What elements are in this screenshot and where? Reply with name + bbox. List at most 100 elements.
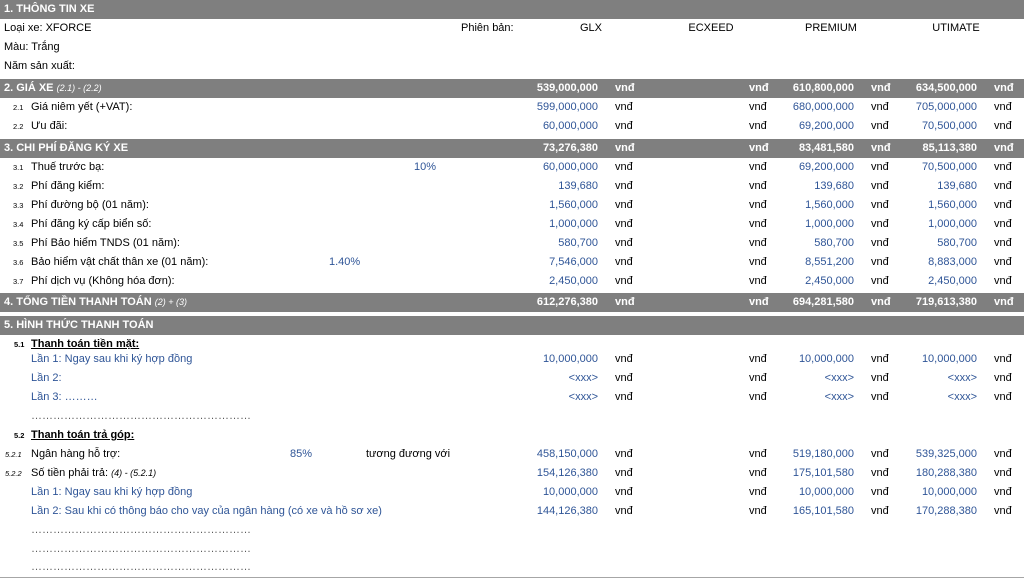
unit: vnđ: [994, 120, 1012, 132]
value-glx: 10,000,000: [542, 353, 598, 365]
row-label: Phí dịch vụ (Không hóa đơn):: [31, 275, 175, 287]
fee-row: 3.6 Bảo hiểm vật chất thân xe (01 năm): 1.…: [0, 253, 1024, 272]
value-utimate: 539,325,000: [915, 448, 977, 460]
installment-header: 5.2 Thanh toán trả góp:: [0, 426, 1024, 445]
row-label: Lần 2:: [31, 372, 62, 384]
fee-row: 3.2 Phí đăng kiểm: 139,680 vnđ vnđ 139,680 vnđ…: [0, 177, 1024, 196]
row-number: 5.2.2: [5, 469, 22, 478]
unit: vnđ: [615, 505, 633, 517]
total-utimate: 719,613,380: [915, 296, 977, 308]
unit: vnđ: [994, 275, 1012, 287]
row-label: Thuế trước bạ:: [31, 161, 105, 173]
row-number: 2.1: [13, 103, 24, 112]
row-number: 3.6: [13, 258, 24, 267]
value-glx: 7,546,000: [549, 256, 598, 268]
value-glx: <xxx>: [568, 391, 598, 403]
dotted-placeholder: ……………………………………………………: [31, 561, 251, 573]
value-glx: 60,000,000: [542, 120, 598, 132]
unit: vnđ: [994, 391, 1012, 403]
unit: vnđ: [615, 142, 635, 154]
value-glx: 139,680: [558, 180, 598, 192]
section-2-header: 2. GIÁ XE (2.1) - (2.2) 539,000,000 vnđ …: [0, 79, 1024, 98]
row-label: Giá niêm yết (+VAT):: [31, 101, 133, 113]
total-premium: 610,800,000: [792, 82, 854, 94]
value-glx: 2,450,000: [549, 275, 598, 287]
section-1-header: 1. THÔNG TIN XE: [0, 0, 1024, 19]
unit: vnđ: [615, 199, 633, 211]
unit: vnđ: [994, 256, 1012, 268]
unit: vnđ: [615, 448, 633, 460]
section-4-title: 4. TỔNG TIỀN THANH TOÁN (2) + (3): [4, 296, 188, 308]
bank-loan-row: 5.2.1 Ngân hàng hỗ trợ: 85% tương đương …: [0, 445, 1024, 464]
unit: vnđ: [994, 448, 1012, 460]
value-glx: 60,000,000: [542, 161, 598, 173]
total-premium: 83,481,580: [798, 142, 854, 154]
unit: vnđ: [615, 275, 633, 287]
row-number: 2.2: [13, 122, 24, 131]
value-utimate: 10,000,000: [921, 353, 977, 365]
vehicle-color: Màu: Trắng: [4, 41, 60, 53]
installment-dots-row: ……………………………………………………: [0, 558, 1024, 577]
value-premium: 1,560,000: [805, 199, 854, 211]
value-premium: 69,200,000: [798, 120, 854, 132]
value-utimate: 8,883,000: [928, 256, 977, 268]
value-glx: 458,150,000: [536, 448, 598, 460]
installment-payment-row: Lần 2: Sau khi có thông báo cho vay của …: [0, 502, 1024, 521]
value-glx: 599,000,000: [536, 101, 598, 113]
version-glx: GLX: [579, 22, 602, 34]
cash-dots-row: ……………………………………………………: [0, 407, 1024, 426]
unit: vnđ: [615, 120, 633, 132]
section-3-header: 3. CHI PHÍ ĐĂNG KÝ XE 73,276,380 vnđ vnđ…: [0, 139, 1024, 158]
row-number: 5.2: [14, 431, 25, 440]
unit: vnđ: [994, 199, 1012, 211]
value-premium: 10,000,000: [798, 486, 854, 498]
unit: vnđ: [615, 391, 633, 403]
value-utimate: 180,288,380: [915, 467, 977, 479]
value-glx: 154,126,380: [536, 467, 598, 479]
unit: vnđ: [615, 256, 633, 268]
row-label: Phí Bảo hiểm TNDS (01 năm):: [31, 237, 180, 249]
loan-rate: 85%: [290, 448, 313, 460]
value-utimate: 705,000,000: [915, 101, 977, 113]
unit: vnđ: [615, 467, 633, 479]
year-row: Năm sản xuất:: [0, 57, 1024, 76]
total-premium: 694,281,580: [792, 296, 854, 308]
section-1-title: 1. THÔNG TIN XE: [4, 3, 95, 15]
vehicle-type: Loại xe: XFORCE: [4, 22, 92, 34]
value-utimate: 70,500,000: [921, 161, 977, 173]
section-4-header: 4. TỔNG TIỀN THANH TOÁN (2) + (3) 612,27…: [0, 293, 1024, 312]
value-premium: 10,000,000: [798, 353, 854, 365]
price-row: 2.2 Ưu đãi: 60,000,000 vnđ vnđ 69,200,000 vnđ 7…: [0, 117, 1024, 136]
fee-row: 3.3 Phí đường bộ (01 năm): 1,560,000 vnđ vnđ…: [0, 196, 1024, 215]
equivalent-label: tương đương với: [366, 448, 451, 460]
installment-payment-row: Lần 1: Ngay sau khi ký hợp đồng 10,000,00…: [0, 483, 1024, 502]
dotted-placeholder: ……………………………………………………: [31, 524, 251, 536]
unit: vnđ: [994, 101, 1012, 113]
row-number: 3.4: [13, 220, 24, 229]
cash-installment-row: Lần 3: ……… <xxx> vnđ vnđ <xxx> vnđ <xxx> vnđ: [0, 388, 1024, 407]
unit: vnđ: [994, 82, 1014, 94]
unit: vnđ: [615, 296, 635, 308]
value-utimate: 2,450,000: [928, 275, 977, 287]
value-premium: 1,000,000: [805, 218, 854, 230]
row-number: 3.5: [13, 239, 24, 248]
unit: vnđ: [994, 353, 1012, 365]
version-label: Phiên bản:: [461, 22, 514, 34]
row-number: 5.2.1: [5, 450, 22, 459]
value-premium: <xxx>: [824, 391, 854, 403]
value-utimate: 1,000,000: [928, 218, 977, 230]
amount-payable-row: 5.2.2 Số tiền phải trả: (4) - (5.2.1) 15…: [0, 464, 1024, 483]
amount-payable-label: Số tiền phải trả: (4) - (5.2.1): [31, 467, 157, 479]
row-number: 3.7: [13, 277, 24, 286]
value-glx: 1,000,000: [549, 218, 598, 230]
total-utimate: 634,500,000: [915, 82, 977, 94]
row-label: Lần 1: Ngay sau khi ký hợp đồng: [31, 353, 193, 365]
cash-installment-row: Lần 2: <xxx> vnđ vnđ <xxx> vnđ <xxx> vnđ: [0, 369, 1024, 388]
sheet-bottom-border: [0, 577, 1024, 578]
value-premium: 8,551,200: [805, 256, 854, 268]
row-label: Phí đăng ký cấp biển số:: [31, 218, 152, 230]
unit: vnđ: [615, 161, 633, 173]
unit: vnđ: [994, 296, 1014, 308]
installment-dots-row: ……………………………………………………: [0, 540, 1024, 559]
fee-row: 3.4 Phí đăng ký cấp biển số: 1,000,000 vnđ v…: [0, 215, 1024, 234]
